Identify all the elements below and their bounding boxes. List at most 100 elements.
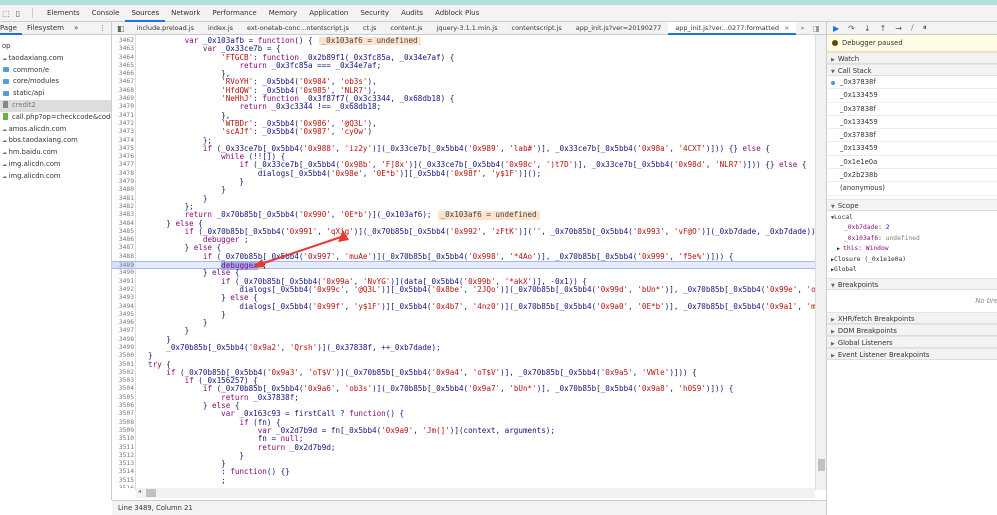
tree-item[interactable]: ☁ amos.alicdn.com: [0, 124, 111, 136]
call-frame[interactable]: _0x133459: [827, 89, 997, 103]
editor-tab[interactable]: ext-onetab-conc...ntentscript.js: [240, 22, 356, 35]
line-number[interactable]: 3502: [112, 369, 136, 377]
tab-elements[interactable]: Elements: [41, 5, 86, 22]
call-frame[interactable]: (anonymous): [827, 182, 997, 196]
more-tabs-button[interactable]: »: [69, 22, 83, 35]
scope-local[interactable]: ▼Local: [827, 213, 997, 224]
kebab-menu-icon[interactable]: ⋮: [94, 22, 111, 35]
toggle-navigator-icon[interactable]: ◧: [112, 24, 130, 33]
line-number[interactable]: 3468: [112, 87, 136, 95]
deactivate-breakpoints-icon[interactable]: ⧸: [911, 23, 914, 33]
line-number[interactable]: 3515: [112, 477, 136, 485]
call-frame[interactable]: _0x37838f: [827, 103, 997, 116]
call-frame[interactable]: _0x37838f: [827, 76, 997, 90]
tree-item[interactable]: ☁ bbs.taodaxiang.com: [0, 135, 111, 147]
line-number[interactable]: 3475: [112, 145, 136, 153]
line-number[interactable]: 3482: [112, 203, 136, 211]
line-number[interactable]: 3479: [112, 178, 136, 186]
line-number[interactable]: 3496: [112, 319, 136, 327]
line-number[interactable]: 3514: [112, 468, 136, 476]
line-number[interactable]: 3471: [112, 112, 136, 120]
more-editor-tabs-button[interactable]: »: [796, 24, 808, 32]
pause-on-exceptions-icon[interactable]: ⏸: [923, 23, 927, 33]
scope-global[interactable]: ▶Global: [827, 265, 997, 276]
line-number[interactable]: 3493: [112, 294, 136, 302]
close-tab-icon[interactable]: ×: [784, 24, 789, 32]
tree-item[interactable]: ☁ img.alicdn.com: [0, 159, 111, 171]
tab-filesystem[interactable]: Filesystem: [22, 22, 69, 35]
horizontal-scrollbar[interactable]: ◂: [136, 488, 815, 498]
section-watch[interactable]: ▶ Watch: [827, 52, 997, 64]
line-number[interactable]: 3477: [112, 161, 136, 169]
code-editor[interactable]: 3462 var _0x103afb = function() {_0x103a…: [112, 37, 815, 488]
line-number[interactable]: 3483: [112, 211, 136, 219]
line-number[interactable]: 3504: [112, 385, 136, 393]
tree-item[interactable]: core/modules: [0, 76, 111, 88]
section-dom-breakpoints[interactable]: ▶ DOM Breakpoints: [827, 323, 997, 336]
line-number[interactable]: 3481: [112, 195, 136, 203]
line-number[interactable]: 3485: [112, 228, 136, 236]
editor-tab[interactable]: jquery-3.1.1.min.js: [430, 22, 505, 35]
line-number[interactable]: 3491: [112, 278, 136, 286]
scope-variable[interactable]: _0x103af6: undefined: [827, 234, 997, 245]
line-number[interactable]: 3510: [112, 435, 136, 443]
line-number[interactable]: 3463: [112, 45, 136, 53]
scrollbar-thumb[interactable]: [146, 489, 156, 497]
editor-tab[interactable]: app_init.js?ver...0277:formatted ×: [668, 21, 797, 35]
step-out-icon[interactable]: ↑: [880, 24, 887, 33]
line-number[interactable]: 3513: [112, 460, 136, 468]
vertical-scrollbar[interactable]: [815, 35, 826, 490]
line-number[interactable]: 3472: [112, 120, 136, 128]
line-number[interactable]: 3465: [112, 62, 136, 70]
line-number[interactable]: 3511: [112, 444, 136, 452]
editor-tab[interactable]: content.js: [383, 22, 429, 35]
editor-tab[interactable]: app_init.js?ver=20190277: [569, 22, 669, 35]
inspect-element-icon[interactable]: ⬚: [0, 9, 12, 18]
section-global-listeners[interactable]: ▶ Global Listeners: [827, 335, 997, 348]
line-number[interactable]: 3506: [112, 402, 136, 410]
editor-tab[interactable]: include.preload.js: [130, 22, 201, 35]
line-number[interactable]: 3505: [112, 394, 136, 402]
tab-memory[interactable]: Memory: [263, 5, 303, 22]
call-frame[interactable]: _0x133459: [827, 142, 997, 156]
line-number[interactable]: 3476: [112, 153, 136, 161]
step-over-icon[interactable]: ↷: [848, 24, 855, 33]
editor-tab[interactable]: ct.js: [356, 22, 383, 35]
line-number[interactable]: 3474: [112, 137, 136, 145]
line-number[interactable]: 3494: [112, 303, 136, 311]
call-frame[interactable]: _0x2b238b: [827, 169, 997, 183]
tree-item[interactable]: credit2: [0, 99, 111, 112]
line-number[interactable]: 3507: [112, 410, 136, 418]
section-call-stack[interactable]: ▼ Call Stack: [827, 64, 997, 76]
line-number[interactable]: 3509: [112, 427, 136, 435]
line-number[interactable]: 3497: [112, 327, 136, 335]
line-number[interactable]: 3467: [112, 78, 136, 86]
resume-icon[interactable]: ▶: [833, 24, 839, 33]
line-number[interactable]: 3469: [112, 95, 136, 103]
scrollbar-thumb[interactable]: [818, 459, 825, 471]
section-scope[interactable]: ▼ Scope: [827, 198, 997, 211]
tab-application[interactable]: Application: [303, 5, 354, 22]
section-event-listener-breakpoints[interactable]: ▶ Event Listener Breakpoints: [827, 347, 997, 360]
line-number[interactable]: 3487: [112, 244, 136, 252]
tab-page[interactable]: Page: [0, 22, 22, 35]
section-xhr-fetch-breakpoints[interactable]: ▶ XHR/fetch Breakpoints: [827, 311, 997, 324]
tab-sources[interactable]: Sources: [125, 5, 166, 22]
tree-item[interactable]: ☁ hm.baidu.com: [0, 147, 111, 159]
call-frame[interactable]: _0x133459: [827, 116, 997, 130]
line-number[interactable]: 3480: [112, 186, 136, 194]
line-number[interactable]: 3470: [112, 103, 136, 111]
editor-tab[interactable]: index.js: [201, 22, 240, 35]
call-frame[interactable]: _0x1e1e0a: [827, 156, 997, 170]
tree-item[interactable]: ☁ taodaxiang.com: [0, 53, 111, 65]
tab-console[interactable]: Console: [86, 5, 126, 22]
line-number[interactable]: 3462: [112, 37, 136, 45]
device-toolbar-icon[interactable]: ▯: [12, 9, 24, 18]
tab-adblock-plus[interactable]: Adblock Plus: [429, 5, 485, 22]
line-number[interactable]: 3486: [112, 236, 136, 244]
call-frame[interactable]: _0x37838f: [827, 129, 997, 143]
line-number[interactable]: 3503: [112, 377, 136, 385]
tree-item[interactable]: static/api: [0, 88, 111, 100]
line-number[interactable]: 3464: [112, 54, 136, 62]
scope-this[interactable]: ▶ this: Window: [827, 244, 997, 255]
